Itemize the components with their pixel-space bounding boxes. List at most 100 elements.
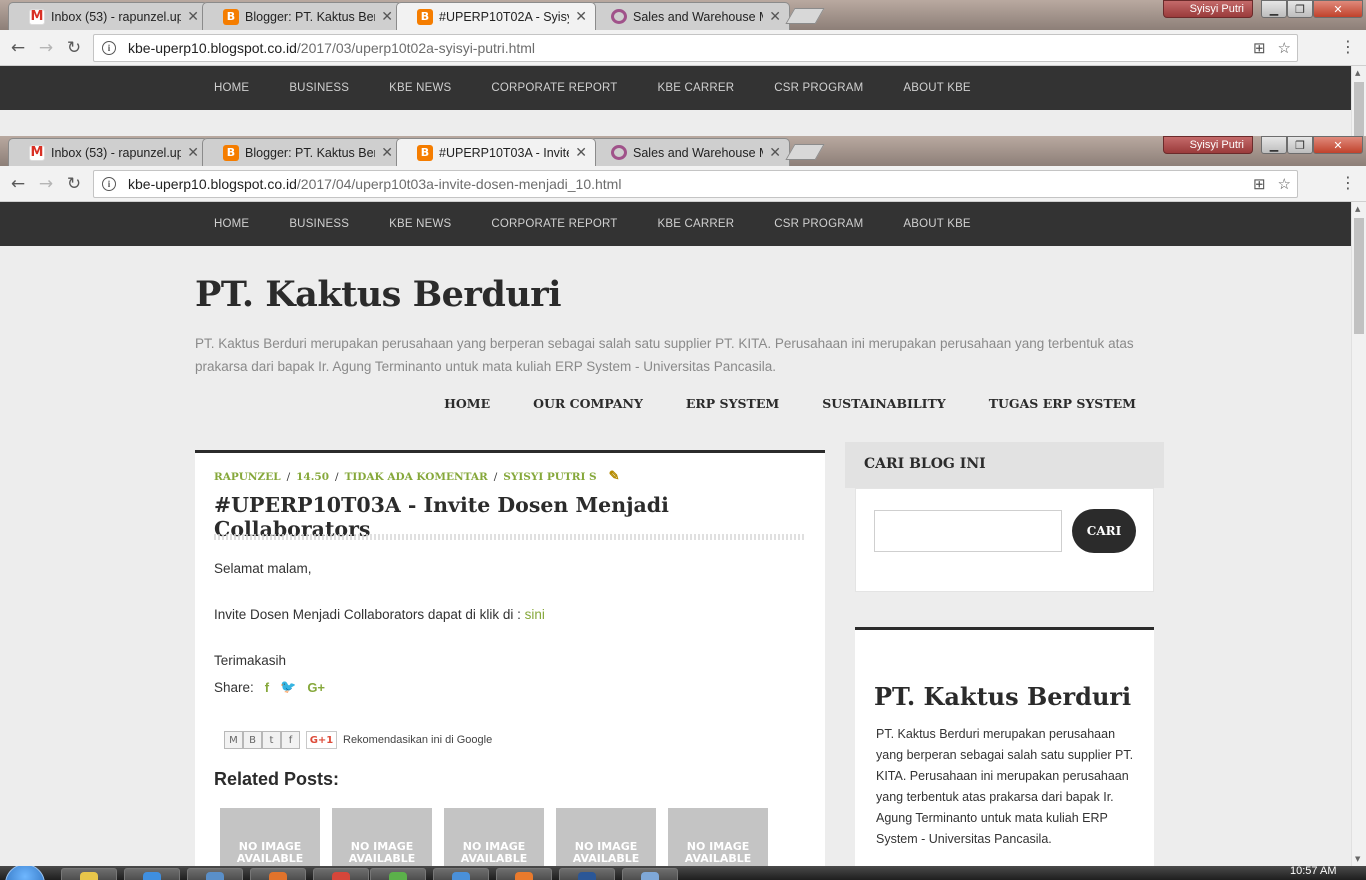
menu-erp-system[interactable]: ERP SYSTEM	[686, 396, 779, 411]
maximize-button[interactable]: ❐	[1287, 136, 1313, 154]
menu-icon[interactable]: ⋮	[1340, 37, 1356, 56]
post-author[interactable]: RAPUNZEL	[214, 471, 281, 483]
app3-taskbar-button[interactable]	[496, 868, 552, 880]
related-post-thumbnail[interactable]: NO IMAGE AVAILABLE	[332, 808, 432, 866]
maximize-button[interactable]: ❐	[1287, 0, 1313, 18]
forward-icon[interactable]: →	[36, 174, 56, 194]
post-time[interactable]: 14.50	[296, 471, 329, 483]
close-tab-icon[interactable]: ✕	[187, 145, 199, 161]
back-icon[interactable]: ←	[8, 38, 28, 58]
firefox-taskbar-button[interactable]	[250, 868, 306, 880]
blogthis-share-icon[interactable]: B	[243, 731, 262, 749]
tab-blogger[interactable]: B Blogger: PT. Kaktus Berdu ✕	[202, 2, 402, 30]
new-tab-button[interactable]	[785, 144, 825, 160]
scroll-down-icon[interactable]: ▼	[1355, 855, 1360, 863]
close-tab-icon[interactable]: ✕	[769, 9, 781, 25]
taskbar-clock[interactable]: 10:57 AM	[1290, 866, 1336, 877]
translate-icon[interactable]: ⊞	[1253, 39, 1266, 57]
tab-gmail[interactable]: M Inbox (53) - rapunzel.upe ✕	[8, 2, 208, 30]
search-button[interactable]: CARI	[1072, 509, 1136, 553]
address-bar[interactable]: i kbe-uperp10.blogspot.co.id/2017/04/upe…	[93, 170, 1298, 198]
kbe-nav-csr[interactable]: CSR PROGRAM	[774, 218, 863, 230]
email-share-icon[interactable]: M	[224, 731, 243, 749]
scroll-up-icon[interactable]: ▲	[1355, 205, 1360, 213]
explorer-taskbar-button[interactable]	[61, 868, 117, 880]
star-icon[interactable]: ☆	[1278, 39, 1291, 57]
kbe-nav-corporate-report[interactable]: CORPORATE REPORT	[491, 218, 617, 230]
related-post-thumbnail[interactable]: NO IMAGE AVAILABLE	[556, 808, 656, 866]
twitter-icon[interactable]: 🐦	[280, 679, 296, 695]
kbe-nav-home[interactable]: HOME	[214, 82, 249, 94]
chrome-taskbar-button[interactable]	[313, 868, 369, 880]
kbe-nav-csr[interactable]: CSR PROGRAM	[774, 82, 863, 94]
kbe-nav-carrer[interactable]: KBE CARRER	[658, 218, 735, 230]
scroll-thumb[interactable]	[1354, 82, 1364, 136]
reload-icon[interactable]: ↻	[64, 174, 84, 194]
close-tab-icon[interactable]: ✕	[769, 145, 781, 161]
twitter-share-icon[interactable]: t	[262, 731, 281, 749]
menu-home[interactable]: HOME	[444, 396, 490, 411]
search-input[interactable]	[874, 510, 1062, 552]
related-post-thumbnail[interactable]: NO IMAGE AVAILABLE	[220, 808, 320, 866]
scroll-up-icon[interactable]: ▲	[1355, 69, 1360, 77]
close-tab-icon[interactable]: ✕	[381, 9, 393, 25]
post-label[interactable]: SYISYI PUTRI S	[503, 471, 596, 483]
minimize-button[interactable]: ▁	[1261, 136, 1287, 154]
post-comments-link[interactable]: TIDAK ADA KOMENTAR	[345, 471, 488, 483]
facebook-icon[interactable]: f	[265, 680, 269, 695]
star-icon[interactable]: ☆	[1278, 175, 1291, 193]
new-tab-button[interactable]	[785, 8, 825, 24]
tab-odoo[interactable]: Sales and Warehouse Ma ✕	[590, 2, 790, 30]
kbe-nav-news[interactable]: KBE NEWS	[389, 82, 451, 94]
word-taskbar-button[interactable]	[559, 868, 615, 880]
facebook-share-icon[interactable]: f	[281, 731, 300, 749]
kbe-nav-home[interactable]: HOME	[214, 218, 249, 230]
close-tab-icon[interactable]: ✕	[575, 9, 587, 25]
close-window-button[interactable]: ✕	[1313, 136, 1363, 154]
menu-sustainability[interactable]: SUSTAINABILITY	[822, 396, 946, 411]
start-button[interactable]	[5, 866, 45, 880]
ie-taskbar-button[interactable]	[124, 868, 180, 880]
scroll-thumb[interactable]	[1354, 218, 1364, 334]
close-window-button[interactable]: ✕	[1313, 0, 1363, 18]
info-icon[interactable]: i	[102, 41, 116, 55]
reload-icon[interactable]: ↻	[64, 38, 84, 58]
site-title[interactable]: PT. Kaktus Berduri	[195, 274, 562, 315]
close-tab-icon[interactable]: ✕	[575, 145, 587, 161]
kbe-nav-about[interactable]: ABOUT KBE	[903, 218, 970, 230]
menu-tugas-erp-system[interactable]: TUGAS ERP SYSTEM	[989, 396, 1136, 411]
menu-our-company[interactable]: OUR COMPANY	[533, 396, 643, 411]
scrollbar[interactable]: ▲ ▼	[1351, 202, 1366, 866]
kbe-nav-news[interactable]: KBE NEWS	[389, 218, 451, 230]
related-post-thumbnail[interactable]: NO IMAGE AVAILABLE	[668, 808, 768, 866]
kbe-nav-corporate-report[interactable]: CORPORATE REPORT	[491, 82, 617, 94]
address-bar[interactable]: i kbe-uperp10.blogspot.co.id/2017/03/upe…	[93, 34, 1298, 62]
minimize-button[interactable]: ▁	[1261, 0, 1287, 18]
tab-blogger[interactable]: B Blogger: PT. Kaktus Berdu ✕	[202, 138, 402, 166]
tab-gmail[interactable]: M Inbox (53) - rapunzel.upe ✕	[8, 138, 208, 166]
google-plus-one-button[interactable]: G+1	[306, 731, 337, 749]
kbe-nav-business[interactable]: BUSINESS	[289, 82, 349, 94]
app2-taskbar-button[interactable]	[433, 868, 489, 880]
translate-icon[interactable]: ⊞	[1253, 175, 1266, 193]
scrollbar[interactable]: ▲	[1351, 66, 1366, 136]
profile-badge[interactable]: Syisyi Putri	[1163, 136, 1253, 154]
app-taskbar-button[interactable]	[370, 868, 426, 880]
profile-badge[interactable]: Syisyi Putri	[1163, 0, 1253, 18]
close-tab-icon[interactable]: ✕	[381, 145, 393, 161]
forward-icon[interactable]: →	[36, 38, 56, 58]
related-post-thumbnail[interactable]: NO IMAGE AVAILABLE	[444, 808, 544, 866]
close-tab-icon[interactable]: ✕	[187, 9, 199, 25]
paint-taskbar-button[interactable]	[622, 868, 678, 880]
media-taskbar-button[interactable]	[187, 868, 243, 880]
edit-pencil-icon[interactable]: ✎	[609, 469, 620, 484]
kbe-nav-about[interactable]: ABOUT KBE	[903, 82, 970, 94]
info-icon[interactable]: i	[102, 177, 116, 191]
back-icon[interactable]: ←	[8, 174, 28, 194]
menu-icon[interactable]: ⋮	[1340, 173, 1356, 192]
kbe-nav-business[interactable]: BUSINESS	[289, 218, 349, 230]
tab-odoo[interactable]: Sales and Warehouse Ma ✕	[590, 138, 790, 166]
kbe-nav-carrer[interactable]: KBE CARRER	[658, 82, 735, 94]
google-plus-icon[interactable]: G+	[307, 680, 325, 695]
tab-post[interactable]: B #UPERP10T02A - Syisyi P ✕	[396, 2, 596, 30]
